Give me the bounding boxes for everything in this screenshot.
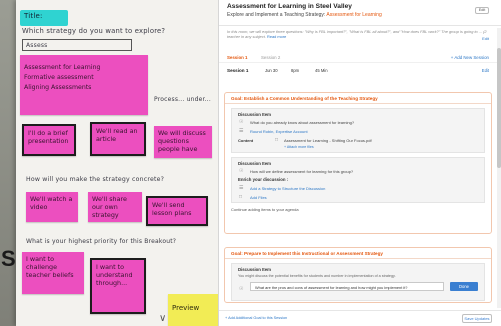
- add-strategy-row: ☰ Add a Strategy to Structure the Discus…: [232, 184, 484, 193]
- question-concrete: How will you make the strategy concrete?: [26, 176, 165, 183]
- note-process: Process... under...: [154, 96, 211, 103]
- question-text: What do you already know about assessmen…: [250, 120, 355, 125]
- question-row: ☉ How will we define assessment for lear…: [232, 167, 484, 176]
- item-instruction: You might discuss the potential benefits…: [238, 274, 396, 278]
- tab-session-2[interactable]: Session 2: [261, 55, 280, 60]
- question-text: How will we define assessment for learni…: [250, 169, 354, 174]
- big-letter: S: [1, 246, 16, 271]
- goal-card-1: Goal: Establish a Common Understanding o…: [224, 92, 492, 234]
- discussion-item-header: Discussion Item: [238, 161, 271, 166]
- scrollbar[interactable]: [497, 28, 501, 308]
- content-label: Content: [238, 138, 254, 143]
- session-label: Session 1: [227, 68, 249, 73]
- done-button[interactable]: Done: [450, 282, 478, 291]
- discussion-item-header: Discussion Item: [238, 267, 271, 272]
- goal-2-title: Goal: Prepare to Implement this Instruct…: [225, 248, 491, 259]
- sticky-challenge-beliefs: I want to challenge teacher beliefs: [22, 252, 84, 294]
- page-subtitle: Explore and Implement a Teaching Strateg…: [227, 12, 493, 18]
- goal-card-2: Goal: Prepare to Implement this Instruct…: [224, 247, 492, 303]
- list-icon: ☰: [239, 185, 244, 191]
- session-info-row: Session 1 Jun 30 8pm 45 Min Edit: [219, 63, 501, 77]
- continue-adding-text: Continue adding items to your agenda: [231, 207, 299, 212]
- strategy-row: ☰ Round Robin, Expertise Account: [232, 127, 484, 136]
- description-text: In this room, we will explore three ques…: [227, 29, 487, 39]
- sticky-presentation: I'll do a brief presentation: [22, 124, 76, 156]
- discussion-item-1: Discussion Item ☉ What do you already kn…: [231, 108, 485, 153]
- sticky-share-strategy: We'll share our own strategy: [88, 192, 142, 222]
- agenda-panel: Assessment for Learning in Steel Valley …: [218, 0, 501, 326]
- edit-description-link[interactable]: Edit: [482, 36, 489, 41]
- question-strategy: Which strategy do you want to explore?: [22, 27, 166, 35]
- subtitle-accent: Assessment for Learning: [326, 12, 382, 18]
- content-file[interactable]: Assessment for Learning - Shifting Our F…: [284, 138, 372, 143]
- session-tabs: Session 1 Session 2 + Add New Session: [219, 52, 501, 63]
- lightbulb-icon: ☉: [239, 286, 244, 292]
- question-priority: What is your highest priority for this B…: [26, 238, 177, 245]
- sticky-video: We'll watch a video: [26, 192, 78, 222]
- assess-answer: Assess: [26, 42, 48, 49]
- discussion-item-2: Discussion Item ☉ How will we define ass…: [231, 157, 485, 203]
- add-goal-link[interactable]: + Add Additional Goal to this Session: [225, 316, 287, 320]
- session-date: Jun 30: [265, 68, 278, 73]
- whiteboard-photo: Title: Which strategy do you want to exp…: [0, 0, 218, 326]
- add-session-link[interactable]: + Add New Session: [451, 55, 489, 60]
- add-strategy-link[interactable]: Add a Strategy to Structure the Discussi…: [250, 186, 325, 191]
- room-description: In this room, we will explore three ques…: [219, 26, 501, 52]
- discussion-item-3: Discussion Item You might discuss the po…: [231, 263, 485, 301]
- title-tape-label: Title:: [24, 12, 43, 20]
- save-updates-button[interactable]: Save Updates: [462, 314, 492, 323]
- session-duration: 45 Min: [315, 68, 328, 73]
- sticky-strategies: Assessment for Learning Formative assess…: [20, 55, 148, 115]
- panel-footer: + Add Additional Goal to this Session Sa…: [219, 310, 501, 326]
- edit-session-link[interactable]: Edit: [482, 68, 489, 73]
- tab-session-1[interactable]: Session 1: [227, 55, 248, 60]
- sticky-lesson-plans: We'll send lesson plans: [146, 196, 208, 226]
- enrich-label: Enrich your discussion :: [238, 177, 289, 182]
- session-time: 8pm: [291, 68, 300, 73]
- strategy-link[interactable]: Round Robin, Expertise Account: [250, 129, 308, 134]
- sticky-discuss: We will discuss questions people have: [154, 126, 212, 158]
- edit-title-button[interactable]: Edit: [475, 7, 489, 14]
- list-icon: ☰: [239, 128, 244, 134]
- discussion-item-header: Discussion Item: [238, 112, 271, 117]
- whiteboard: Title: Which strategy do you want to exp…: [16, 0, 218, 326]
- sticky-article: We'll read an article: [90, 122, 146, 156]
- question-row: ☉ What do you already know about assessm…: [232, 118, 484, 127]
- lightbulb-icon: ☉: [239, 119, 244, 125]
- document-icon: □: [275, 137, 279, 143]
- panel-header: Assessment for Learning in Steel Valley …: [219, 0, 501, 26]
- discussion-question-input[interactable]: What are the pros and cons of assessment…: [250, 282, 444, 291]
- goal-1-title: Goal: Establish a Common Understanding o…: [225, 93, 491, 104]
- chevron-down-icon: ∨: [159, 313, 167, 324]
- sticky-preview: Preview: [168, 294, 218, 326]
- lightbulb-icon: ☉: [239, 168, 244, 174]
- add-files-link[interactable]: Add Files: [250, 195, 267, 200]
- document-icon: □: [239, 194, 243, 200]
- content-row: Content □ Assessment for Learning - Shif…: [232, 136, 484, 145]
- subtitle-prefix: Explore and Implement a Teaching Strateg…: [227, 12, 327, 18]
- sticky-understand: I want to understand through...: [90, 258, 146, 314]
- attach-more-link[interactable]: + Attach more files: [232, 145, 484, 152]
- page-title: Assessment for Learning in Steel Valley: [227, 3, 352, 10]
- read-more-link[interactable]: Read more: [267, 34, 286, 39]
- scrollbar-thumb[interactable]: [497, 48, 501, 168]
- add-files-row: □ Add Files: [232, 193, 484, 202]
